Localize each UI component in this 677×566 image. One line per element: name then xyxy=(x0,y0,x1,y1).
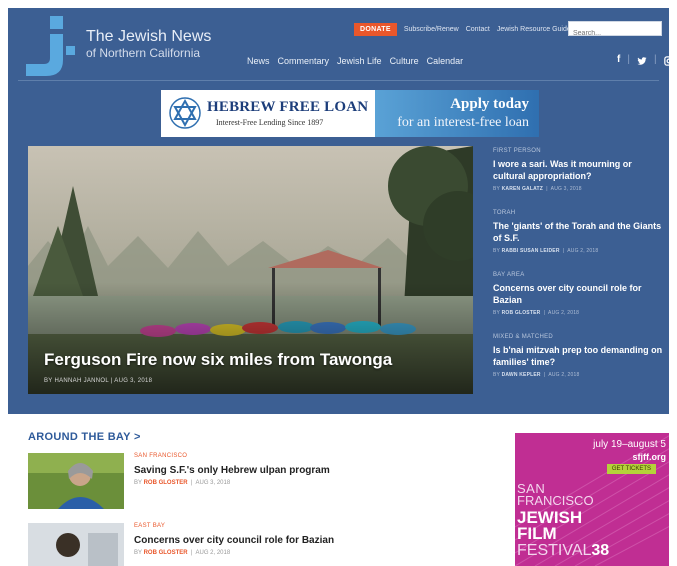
story-author[interactable]: ROB GLOSTER xyxy=(144,480,188,486)
subscribe-link[interactable]: Subscribe/Renew xyxy=(404,26,459,33)
hero-headline[interactable]: Ferguson Fire now six miles from Tawonga xyxy=(44,350,392,370)
page: The Jewish News of Northern California D… xyxy=(8,8,669,566)
by-prefix: BY xyxy=(134,480,142,486)
star-of-david-icon xyxy=(169,97,201,129)
story-byline: BY ROB GLOSTER | AUG 3, 2018 xyxy=(134,480,231,486)
ad-right-panel: Apply today for an interest-free loan xyxy=(375,90,539,137)
story-title[interactable]: Is b'nai mitzvah prep too demanding on f… xyxy=(493,344,665,368)
around-the-bay-heading[interactable]: AROUND THE BAY > xyxy=(28,431,141,443)
festival-title-line5: FESTIVAL38 xyxy=(517,543,609,559)
nav-item-culture[interactable]: Culture xyxy=(390,56,419,66)
story-author[interactable]: RABBI SUSAN LEIDER xyxy=(502,248,560,254)
festival-url[interactable]: sfjff.org xyxy=(633,452,667,462)
story-date: AUG 3, 2018 xyxy=(550,186,582,192)
ad-cta: Apply today xyxy=(450,96,529,112)
festival-number: 38 xyxy=(591,542,610,559)
story-title[interactable]: Concerns over city council role for Bazi… xyxy=(493,282,665,306)
section-title: AROUND THE BAY xyxy=(28,431,131,443)
story-kicker: TORAH xyxy=(493,210,516,216)
facebook-icon[interactable]: f xyxy=(617,54,620,66)
story-author[interactable]: ROB GLOSTER xyxy=(144,550,188,556)
hero-story[interactable]: Ferguson Fire now six miles from Tawonga… xyxy=(28,146,473,394)
nav-item-calendar[interactable]: Calendar xyxy=(427,56,464,66)
by-prefix: BY xyxy=(493,372,500,378)
story-date: AUG 3, 2018 xyxy=(195,480,231,486)
hero-byline: BY HANNAH JANNOL | AUG 3, 2018 xyxy=(44,378,153,384)
festival-title-line4: FILM xyxy=(517,524,557,543)
story-thumbnail xyxy=(28,523,124,566)
story-title[interactable]: Saving S.F.'s only Hebrew ulpan program xyxy=(134,465,330,476)
story-thumbnail xyxy=(28,453,124,509)
by-prefix: BY xyxy=(493,186,500,192)
story-byline: BY ROB GLOSTER | AUG 2, 2018 xyxy=(134,550,231,556)
story-date: AUG 2, 2018 xyxy=(548,372,580,378)
search-box xyxy=(568,21,662,40)
ad-subtitle: Interest-Free Lending Since 1897 xyxy=(216,118,324,127)
story-title[interactable]: The 'giants' of the Torah and the Giants… xyxy=(493,220,665,244)
story-author[interactable]: ROB GLOSTER xyxy=(502,310,541,316)
side-story[interactable]: FIRST PERSON I wore a sari. Was it mourn… xyxy=(493,148,665,192)
utility-nav: DONATE Subscribe/Renew Contact Jewish Re… xyxy=(354,23,571,36)
ad-left-panel: HEBREW FREE LOAN Interest-Free Lending S… xyxy=(161,90,375,137)
by-prefix: BY xyxy=(134,550,142,556)
instagram-icon[interactable] xyxy=(663,56,669,66)
story-author[interactable]: DAWN KEPLER xyxy=(502,372,541,378)
by-prefix: BY xyxy=(493,248,500,254)
twitter-icon[interactable] xyxy=(637,56,647,66)
donate-button[interactable]: DONATE xyxy=(354,23,397,36)
main-nav: News Commentary Jewish Life Culture Cale… xyxy=(247,56,463,66)
list-item[interactable]: SAN FRANCISCO Saving S.F.'s only Hebrew … xyxy=(28,453,330,509)
chevron-right-icon: > xyxy=(133,431,141,443)
get-tickets-button[interactable]: GET TICKETS xyxy=(606,464,656,474)
social-links: f | | xyxy=(617,54,669,66)
site-title-line2: of Northern California xyxy=(86,46,201,60)
side-story[interactable]: MIXED & MATCHED Is b'nai mitzvah prep to… xyxy=(493,334,665,378)
resource-guide-link[interactable]: Jewish Resource Guide xyxy=(497,26,571,33)
ad-cta-sub: for an interest-free loan xyxy=(397,115,529,130)
festival-title-line2: FRANCISCO xyxy=(517,493,594,508)
story-byline: BY ROB GLOSTER | AUG 2, 2018 xyxy=(493,310,580,316)
story-byline: BY KAREN GALATZ | AUG 3, 2018 xyxy=(493,186,582,192)
ad-title: HEBREW FREE LOAN xyxy=(207,99,369,115)
story-kicker: SAN FRANCISCO xyxy=(134,453,188,459)
side-story[interactable]: TORAH The 'giants' of the Torah and the … xyxy=(493,210,665,254)
list-item[interactable]: EAST BAY Concerns over city council role… xyxy=(28,523,334,566)
header-band: The Jewish News of Northern California D… xyxy=(8,8,669,414)
story-kicker: MIXED & MATCHED xyxy=(493,334,554,340)
story-byline: BY DAWN KEPLER | AUG 2, 2018 xyxy=(493,372,580,378)
story-kicker: BAY AREA xyxy=(493,272,525,278)
by-prefix: BY xyxy=(493,310,500,316)
festival-dates: july 19–august 5 xyxy=(593,439,666,450)
nav-item-news[interactable]: News xyxy=(247,56,270,66)
story-kicker: FIRST PERSON xyxy=(493,148,541,154)
site-title[interactable]: The Jewish News of Northern California xyxy=(86,28,211,61)
divider: | xyxy=(627,54,630,65)
story-date: AUG 2, 2018 xyxy=(548,310,580,316)
story-title[interactable]: I wore a sari. Was it mourning or cultur… xyxy=(493,158,665,182)
side-story[interactable]: BAY AREA Concerns over city council role… xyxy=(493,272,665,316)
film-festival-ad[interactable]: july 19–august 5 sfjff.org GET TICKETS S… xyxy=(515,433,669,566)
site-logo-icon[interactable] xyxy=(26,16,76,78)
story-date: AUG 2, 2018 xyxy=(567,248,599,254)
header-divider xyxy=(18,80,659,81)
story-byline: BY RABBI SUSAN LEIDER | AUG 2, 2018 xyxy=(493,248,599,254)
site-title-line1: The Jewish News xyxy=(86,28,212,45)
story-title[interactable]: Concerns over city council role for Bazi… xyxy=(134,535,334,546)
story-author[interactable]: KAREN GALATZ xyxy=(502,186,543,192)
divider: | xyxy=(653,54,657,65)
story-kicker: EAST BAY xyxy=(134,523,166,529)
story-date: AUG 2, 2018 xyxy=(195,550,231,556)
hebrew-free-loan-ad[interactable]: HEBREW FREE LOAN Interest-Free Lending S… xyxy=(161,90,539,137)
festival-word: FESTIVAL xyxy=(517,542,592,559)
nav-item-commentary[interactable]: Commentary xyxy=(278,56,330,66)
contact-link[interactable]: Contact xyxy=(466,26,490,33)
nav-item-jewish-life[interactable]: Jewish Life xyxy=(337,56,382,66)
search-input[interactable] xyxy=(569,27,661,40)
